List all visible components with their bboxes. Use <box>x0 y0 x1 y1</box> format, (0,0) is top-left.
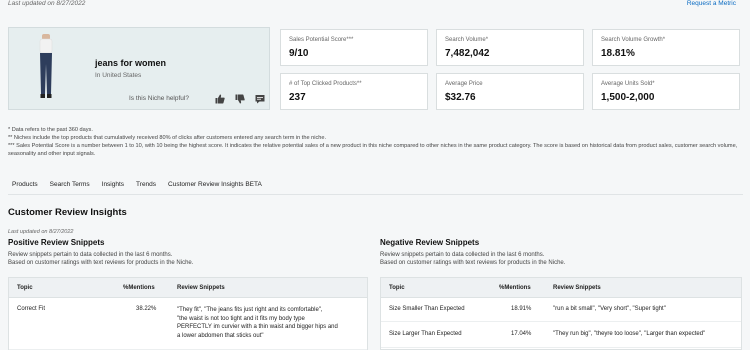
tab-customer-review-insights[interactable]: Customer Review Insights BETA <box>168 181 262 195</box>
table-header: Topic %Mentions Review Snippets <box>381 278 741 298</box>
product-title: jeans for women <box>95 58 167 68</box>
thumbs-up-icon[interactable] <box>215 94 225 104</box>
comment-icon[interactable] <box>255 94 265 104</box>
metric-top-clicked-products: # of Top Clicked Products** 237 <box>280 73 428 110</box>
negative-table: Topic %Mentions Review Snippets Size Sma… <box>380 277 742 350</box>
metric-label: Sales Potential Score*** <box>289 37 354 43</box>
negative-note-line: Review snippets pertain to data collecte… <box>380 252 545 258</box>
tab-products[interactable]: Products <box>12 181 38 195</box>
col-topic: Topic <box>389 285 405 291</box>
metric-label: Average Price <box>445 81 483 87</box>
snippet-line: a lower abdomen that sticks out" <box>177 332 264 339</box>
last-updated-label: Last updated on 8/27/2022 <box>8 0 86 7</box>
tab-trends[interactable]: Trends <box>136 181 156 195</box>
metric-average-units-sold: Average Units Sold* 1,500-2,000 <box>592 73 740 110</box>
metric-search-volume: Search Volume* 7,482,042 <box>436 29 584 66</box>
col-snippets: Review Snippets <box>553 285 601 291</box>
row-mentions: 18.91% <box>511 306 532 312</box>
tab-search-terms[interactable]: Search Terms <box>50 181 90 195</box>
row-topic: Size Smaller Than Expected <box>389 306 465 312</box>
row-snippet: "run a bit small", "Very short", "Super … <box>553 306 666 312</box>
metric-value: 18.81% <box>601 48 635 59</box>
metric-value: 7,482,042 <box>445 48 490 59</box>
footnote: * Data refers to the past 360 days. <box>8 127 93 133</box>
row-topic: Correct Fit <box>17 306 46 312</box>
row-mentions: 38.22% <box>136 306 157 312</box>
metric-label: Search Volume Growth* <box>601 37 666 43</box>
row-topic: Size Larger Than Expected <box>389 331 462 337</box>
metric-search-volume-growth: Search Volume Growth* 18.81% <box>592 29 740 66</box>
row-mentions: 17.04% <box>511 331 532 337</box>
table-row: Size Larger Than Expected 17.04% "They r… <box>381 322 741 348</box>
positive-table: Topic %Mentions Review Snippets Correct … <box>8 277 368 350</box>
metric-label: Average Units Sold* <box>601 81 655 87</box>
metric-value: 1,500-2,000 <box>601 92 655 103</box>
top-bar: Last updated on 8/27/2022 Request a Metr… <box>0 0 750 20</box>
col-snippets: Review Snippets <box>177 285 225 291</box>
table-header: Topic %Mentions Review Snippets <box>9 278 367 298</box>
col-topic: Topic <box>17 285 33 291</box>
negative-note: Review snippets pertain to data collecte… <box>380 251 742 267</box>
metric-value: $32.76 <box>445 92 476 103</box>
metric-average-price: Average Price $32.76 <box>436 73 584 110</box>
tab-bar: Products Search Terms Insights Trends Cu… <box>12 181 262 195</box>
col-mentions: %Mentions <box>499 285 531 291</box>
product-image <box>39 34 53 98</box>
product-location: In United States <box>95 72 142 79</box>
snippet-line: PERFECTLY im curvier with a thin waist a… <box>177 324 338 330</box>
footnote: *** Sales Potential Score is a number be… <box>8 143 738 157</box>
row-snippet: "They run big", "theyre too loose", "Lar… <box>553 331 706 337</box>
helpful-icons <box>215 94 265 104</box>
metric-value: 9/10 <box>289 48 309 59</box>
snippet-line: "They fit", "The jeans fits just right a… <box>177 307 323 313</box>
request-metric-link[interactable]: Request a Metric <box>687 0 736 7</box>
footnote: ** Niches include the top products that … <box>8 135 327 141</box>
metric-label: Search Volume* <box>445 37 489 43</box>
negative-snippets-panel: Negative Review Snippets Review snippets… <box>380 238 742 267</box>
tab-insights[interactable]: Insights <box>102 181 124 195</box>
metric-value: 237 <box>289 92 306 103</box>
tabs-divider <box>8 194 743 195</box>
row-snippet: "They fit", "The jeans fits just right a… <box>177 306 363 340</box>
snippet-line: "the waist is not too tight and it fits … <box>177 315 305 322</box>
product-card: jeans for women In United States Is this… <box>8 27 270 110</box>
helpful-question: Is this Niche helpful? <box>129 95 189 102</box>
col-mentions: %Mentions <box>123 285 155 291</box>
positive-title: Positive Review Snippets <box>8 238 105 247</box>
section-title: Customer Review Insights <box>8 207 127 218</box>
positive-note-line: Review snippets pertain to data collecte… <box>8 252 173 258</box>
table-row: Correct Fit 38.22% "They fit", "The jean… <box>9 298 367 350</box>
metric-label: # of Top Clicked Products** <box>289 81 362 87</box>
footnotes: * Data refers to the past 360 days. ** N… <box>8 126 743 158</box>
table-row: Size Smaller Than Expected 18.91% "run a… <box>381 298 741 322</box>
review-last-updated: Last updated on 8/27/2022 <box>8 229 74 235</box>
negative-note-line: Based on customer ratings with text revi… <box>380 260 566 266</box>
thumbs-down-icon[interactable] <box>235 94 245 104</box>
positive-note-line: Based on customer ratings with text revi… <box>8 260 194 266</box>
metric-sales-potential: Sales Potential Score*** 9/10 <box>280 29 428 66</box>
positive-note: Review snippets pertain to data collecte… <box>8 251 368 267</box>
positive-snippets-panel: Positive Review Snippets Review snippets… <box>8 238 368 267</box>
negative-title: Negative Review Snippets <box>380 238 480 247</box>
